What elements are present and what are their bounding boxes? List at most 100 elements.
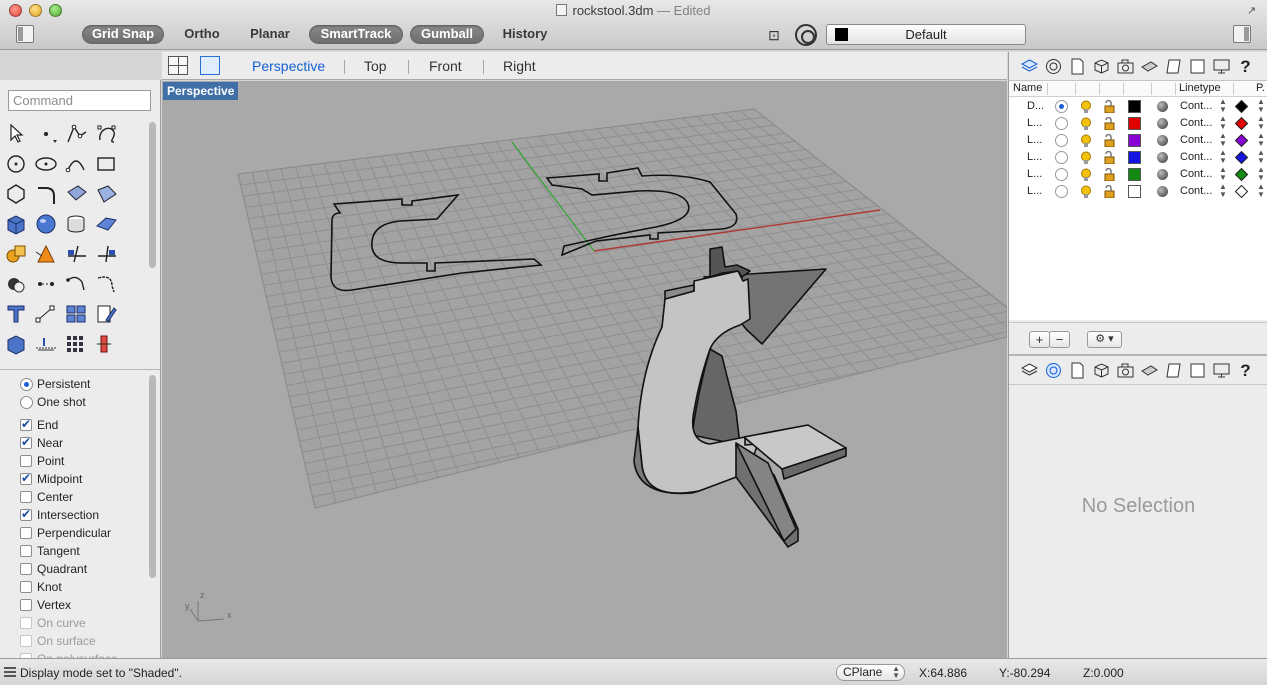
snap-mode-one-shot[interactable]: One shot bbox=[18, 395, 148, 413]
layer-color-swatch[interactable] bbox=[1128, 134, 1141, 147]
box-solid-icon[interactable] bbox=[4, 212, 30, 236]
history-toggle[interactable]: History bbox=[494, 25, 556, 44]
snap-mode-persistent[interactable]: Persistent bbox=[18, 377, 148, 395]
rectangle-icon[interactable] bbox=[94, 152, 120, 176]
print-color-diamond-icon[interactable] bbox=[1234, 150, 1249, 165]
layer-row[interactable]: L... Cont... ▲ ▼ ▲ ▼ bbox=[1009, 149, 1267, 166]
snap-item[interactable]: Quadrant bbox=[18, 562, 148, 580]
column-linetype[interactable]: Linetype bbox=[1179, 81, 1221, 96]
layer-linetype[interactable]: Cont... bbox=[1180, 132, 1212, 149]
updown-arrows-icon[interactable]: ▲ ▼ bbox=[1257, 132, 1265, 148]
rotate-icon[interactable] bbox=[64, 272, 90, 296]
cplane-select[interactable]: CPlane ▲ ▼ bbox=[836, 664, 905, 681]
snap-item[interactable]: Midpoint bbox=[18, 471, 148, 490]
updown-arrows-icon[interactable]: ▲ ▼ bbox=[1257, 98, 1265, 114]
print-color-diamond-icon[interactable] bbox=[1234, 99, 1249, 114]
column-name[interactable]: Name bbox=[1013, 81, 1042, 96]
fullscreen-icon[interactable]: ↗ bbox=[1247, 4, 1259, 17]
lightbulb-icon[interactable] bbox=[1079, 134, 1093, 148]
layout-icon[interactable] bbox=[1189, 58, 1206, 75]
record-history-icon[interactable] bbox=[795, 24, 817, 46]
layer-linetype[interactable]: Cont... bbox=[1180, 115, 1212, 132]
material-sphere-icon[interactable] bbox=[1157, 186, 1168, 197]
layer-color-swatch[interactable] bbox=[1128, 151, 1141, 164]
help-icon[interactable]: ? bbox=[1237, 362, 1254, 379]
tab-front[interactable]: Front bbox=[429, 58, 462, 74]
ellipse-icon[interactable] bbox=[34, 152, 60, 176]
layers-icon[interactable] bbox=[1020, 362, 1039, 379]
lightbulb-icon[interactable] bbox=[1079, 185, 1093, 199]
layer-name[interactable]: L... bbox=[1027, 149, 1049, 166]
lightbulb-icon[interactable] bbox=[1079, 151, 1093, 165]
help-icon[interactable]: ? bbox=[1237, 58, 1254, 75]
updown-arrows-icon[interactable]: ▲ ▼ bbox=[1219, 183, 1227, 199]
grid-array-icon[interactable] bbox=[64, 332, 90, 356]
snap-item[interactable]: Near bbox=[18, 435, 148, 454]
snap-item[interactable]: Intersection bbox=[18, 507, 148, 526]
snap-checkbox[interactable] bbox=[20, 563, 32, 575]
move-icon[interactable] bbox=[34, 272, 60, 296]
sphere-icon[interactable] bbox=[34, 212, 60, 236]
properties-icon[interactable] bbox=[1045, 362, 1062, 379]
planar-toggle[interactable]: Planar bbox=[242, 25, 298, 44]
polyline-icon[interactable] bbox=[64, 122, 90, 146]
notes-icon[interactable] bbox=[1069, 58, 1086, 75]
layer-name[interactable]: D... bbox=[1027, 98, 1049, 115]
command-input[interactable] bbox=[8, 90, 151, 111]
ortho-toggle[interactable]: Ortho bbox=[174, 25, 230, 44]
material-sphere-icon[interactable] bbox=[1157, 101, 1168, 112]
current-layer-radio[interactable] bbox=[1055, 100, 1068, 113]
lightbulb-icon[interactable] bbox=[1079, 117, 1093, 131]
camera-icon[interactable] bbox=[1117, 362, 1134, 379]
snap-list-scrollbar[interactable] bbox=[149, 375, 156, 578]
unlocked-padlock-icon[interactable] bbox=[1103, 133, 1116, 148]
camera-icon[interactable] bbox=[1117, 58, 1134, 75]
extrude-icon[interactable] bbox=[4, 332, 30, 356]
material-icon[interactable] bbox=[4, 272, 30, 296]
libraries-icon[interactable] bbox=[1165, 362, 1182, 379]
snap-checkbox[interactable] bbox=[20, 599, 32, 611]
split-icon[interactable] bbox=[94, 242, 120, 266]
material-sphere-icon[interactable] bbox=[1157, 118, 1168, 129]
trim-icon[interactable] bbox=[64, 242, 90, 266]
layer-row[interactable]: L... Cont... ▲ ▼ ▲ ▼ bbox=[1009, 166, 1267, 183]
unlocked-padlock-icon[interactable] bbox=[1103, 116, 1116, 131]
persistent-radio[interactable] bbox=[20, 378, 33, 391]
layer-linetype[interactable]: Cont... bbox=[1180, 166, 1212, 183]
display-cube-icon[interactable] bbox=[1093, 58, 1110, 75]
tab-top[interactable]: Top bbox=[364, 58, 387, 74]
smarttrack-toggle[interactable]: SmartTrack bbox=[309, 25, 403, 44]
lightbulb-icon[interactable] bbox=[1079, 100, 1093, 114]
material-sphere-icon[interactable] bbox=[1157, 152, 1168, 163]
viewport-title-label[interactable]: Perspective bbox=[163, 82, 239, 100]
snap-checkbox[interactable] bbox=[20, 455, 32, 467]
snap-checkbox[interactable] bbox=[20, 471, 32, 485]
remove-layer-button[interactable]: − bbox=[1049, 331, 1070, 348]
layer-color-swatch[interactable] bbox=[1128, 168, 1141, 181]
snap-checkbox[interactable] bbox=[20, 527, 32, 539]
unlocked-padlock-icon[interactable] bbox=[1103, 99, 1116, 114]
layer-linetype[interactable]: Cont... bbox=[1180, 98, 1212, 115]
circle-icon[interactable] bbox=[4, 152, 30, 176]
layer-name[interactable]: L... bbox=[1027, 166, 1049, 183]
notes-icon[interactable] bbox=[1069, 362, 1086, 379]
dimension-icon[interactable] bbox=[34, 302, 60, 326]
point-icon[interactable] bbox=[34, 122, 60, 146]
unlocked-padlock-icon[interactable] bbox=[1103, 150, 1116, 165]
display-monitor-icon[interactable] bbox=[1213, 58, 1230, 75]
explode-icon[interactable] bbox=[34, 242, 60, 266]
surface-from-curves-icon[interactable] bbox=[64, 182, 90, 206]
surface-icon[interactable] bbox=[94, 212, 120, 236]
current-layer-select[interactable]: Default bbox=[826, 24, 1026, 45]
fillet-curve-icon[interactable] bbox=[34, 182, 60, 206]
ground-plane-icon[interactable] bbox=[34, 332, 60, 356]
print-color-diamond-icon[interactable] bbox=[1234, 167, 1249, 182]
updown-arrows-icon[interactable]: ▲ ▼ bbox=[1257, 166, 1265, 182]
grid-snap-toggle[interactable]: Grid Snap bbox=[82, 25, 164, 44]
snap-checkbox[interactable] bbox=[20, 581, 32, 593]
current-layer-radio[interactable] bbox=[1055, 168, 1068, 181]
cylinder-icon[interactable] bbox=[64, 212, 90, 236]
single-viewport-icon[interactable] bbox=[200, 56, 220, 75]
perspective-viewport[interactable]: z y x Perspective bbox=[162, 81, 1007, 658]
layer-row[interactable]: L... Cont... ▲ ▼ ▲ ▼ bbox=[1009, 183, 1267, 200]
